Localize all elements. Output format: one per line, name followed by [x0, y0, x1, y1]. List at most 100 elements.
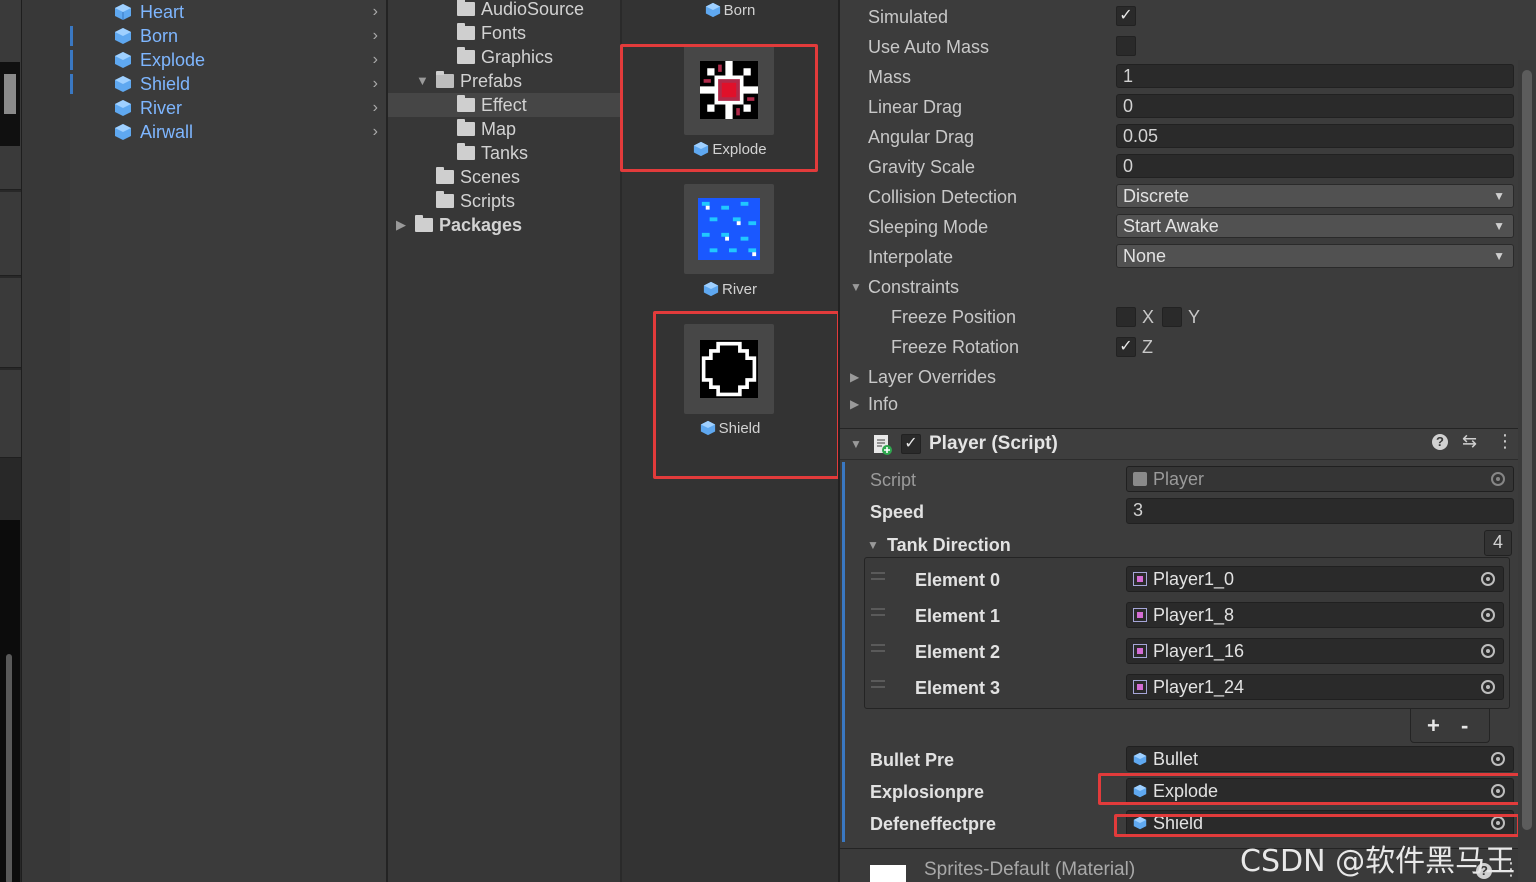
scene-view-thumbnail [0, 62, 20, 146]
mass-field[interactable]: 1 [1116, 64, 1514, 88]
layer-overrides-label[interactable]: Layer Overrides [868, 365, 996, 389]
freeze-rotation-z-checkbox[interactable]: ✓ [1116, 337, 1136, 357]
folder-label: Tanks [481, 143, 529, 163]
object-picker-icon[interactable] [1481, 680, 1495, 694]
folder-fonts[interactable]: Fonts [388, 21, 620, 45]
remove-element-button[interactable]: - [1461, 709, 1468, 743]
object-field-value: Player [1153, 469, 1205, 489]
folder-icon [457, 23, 475, 40]
more-options-icon[interactable]: ⋮ [1496, 431, 1514, 452]
interpolate-dropdown[interactable]: None ▼ [1116, 244, 1514, 268]
hierarchy-item-heart[interactable]: Heart › [70, 0, 386, 24]
folder-scenes[interactable]: Scenes [388, 165, 620, 189]
folder-scripts[interactable]: Scripts [388, 189, 620, 213]
hierarchy-item-river[interactable]: River › [70, 96, 386, 120]
override-marker [842, 635, 845, 667]
folder-tanks[interactable]: Tanks [388, 141, 620, 165]
prefab-cube-icon [115, 4, 131, 20]
folder-prefabs[interactable]: ▼ Prefabs [388, 69, 620, 93]
add-element-button[interactable]: + [1427, 709, 1440, 743]
hierarchy-panel: Heart › Born › Explode › Shield › River … [22, 0, 386, 882]
info-label[interactable]: Info [868, 392, 898, 416]
chevron-right-icon[interactable]: › [373, 120, 378, 144]
expand-down-icon[interactable]: ▼ [850, 437, 862, 451]
linear-drag-label: Linear Drag [868, 97, 963, 117]
player-script-header[interactable]: ▼ ✓ Player (Script) ? ⇆ ⋮ [840, 428, 1518, 460]
folder-graphics[interactable]: Graphics [388, 45, 620, 69]
drag-handle-icon[interactable] [871, 680, 885, 688]
drag-handle-icon[interactable] [871, 572, 885, 580]
hierarchy-item-label: River [140, 98, 183, 118]
object-picker-icon[interactable] [1481, 572, 1495, 586]
sleeping-mode-label: Sleeping Mode [868, 217, 989, 237]
asset-born[interactable]: Born [622, 2, 838, 19]
expand-right-icon[interactable]: ▶ [850, 397, 859, 411]
chevron-right-icon[interactable]: › [373, 48, 378, 72]
asset-grid: Born Explode River Shield [620, 0, 840, 882]
hierarchy-item-airwall[interactable]: Airwall › [70, 120, 386, 144]
bullet-pre-field[interactable]: Bullet [1126, 746, 1514, 772]
freeze-position-x-checkbox[interactable] [1116, 307, 1136, 327]
angular-drag-field[interactable]: 0.05 [1116, 124, 1514, 148]
linear-drag-field[interactable]: 0 [1116, 94, 1514, 118]
gravity-scale-label: Gravity Scale [868, 157, 976, 177]
element-label: Element 0 [915, 570, 1001, 590]
asset-river-thumbnail[interactable] [684, 184, 774, 274]
scrollbar-thumb[interactable] [1522, 70, 1532, 830]
gravity-scale-field[interactable]: 0 [1116, 154, 1514, 178]
collision-detection-dropdown[interactable]: Discrete ▼ [1116, 184, 1514, 208]
element-object-field[interactable]: Player1_16 [1126, 638, 1504, 664]
sleeping-mode-dropdown[interactable]: Start Awake ▼ [1116, 214, 1514, 238]
chevron-right-icon[interactable]: › [373, 96, 378, 120]
hierarchy-item-label: Airwall [140, 122, 194, 142]
expand-down-icon[interactable]: ▼ [850, 280, 862, 294]
folder-effect[interactable]: Effect [388, 93, 620, 117]
speed-field[interactable]: 3 [1126, 498, 1514, 524]
chevron-right-icon[interactable]: › [373, 72, 378, 96]
help-icon[interactable]: ? [1432, 434, 1448, 450]
element-object-field[interactable]: Player1_8 [1126, 602, 1504, 628]
folder-map[interactable]: Map [388, 117, 620, 141]
object-picker-icon[interactable] [1491, 752, 1505, 766]
z-axis-label: Z [1142, 337, 1153, 357]
dropdown-value: None [1123, 246, 1167, 266]
expand-right-icon[interactable]: ▶ [396, 213, 406, 237]
object-picker-icon[interactable] [1481, 644, 1495, 658]
object-picker-icon [1491, 472, 1505, 486]
tank-direction-size-field[interactable]: 4 [1484, 530, 1512, 556]
asset-river[interactable]: River [622, 281, 838, 298]
use-auto-mass-checkbox[interactable] [1116, 36, 1136, 56]
hierarchy-item-explode[interactable]: Explode › [70, 48, 386, 72]
collision-detection-label: Collision Detection [868, 187, 1018, 207]
hierarchy-item-born[interactable]: Born › [70, 24, 386, 48]
expand-down-icon[interactable]: ▼ [416, 69, 429, 93]
strip-segment [0, 370, 21, 458]
chevron-right-icon[interactable]: › [373, 24, 378, 48]
freeze-position-y-checkbox[interactable] [1162, 307, 1182, 327]
water-sprite-icon [698, 198, 760, 260]
presets-icon[interactable]: ⇆ [1462, 431, 1477, 452]
component-enabled-checkbox[interactable]: ✓ [901, 434, 921, 454]
drag-handle-icon[interactable] [871, 608, 885, 616]
inspector-panel: Simulated ✓ Use Auto Mass Mass 1 Linear … [840, 0, 1536, 882]
tank-direction-label[interactable]: Tank Direction [887, 533, 1011, 557]
hierarchy-item-shield[interactable]: Shield › [70, 72, 386, 96]
object-picker-icon[interactable] [1481, 608, 1495, 622]
folder-icon [457, 119, 475, 136]
prefab-cube-icon [115, 100, 131, 116]
drag-handle-icon[interactable] [871, 644, 885, 652]
simulated-checkbox[interactable]: ✓ [1116, 6, 1136, 26]
element-label: Element 1 [915, 606, 1001, 626]
expand-right-icon[interactable]: ▶ [850, 370, 859, 384]
chevron-right-icon[interactable]: › [373, 0, 378, 24]
hierarchy-list: Heart › Born › Explode › Shield › River … [70, 0, 386, 882]
folder-audiosource[interactable]: AudioSource [388, 0, 620, 21]
constraints-label[interactable]: Constraints [868, 275, 959, 299]
inspector-scrollbar[interactable] [1518, 60, 1536, 850]
strip-segment [0, 278, 21, 368]
sprite-icon [1133, 644, 1147, 658]
expand-down-icon[interactable]: ▼ [867, 538, 879, 552]
element-object-field[interactable]: Player1_0 [1126, 566, 1504, 592]
element-object-field[interactable]: Player1_24 [1126, 674, 1504, 700]
folder-packages[interactable]: ▶ Packages [388, 213, 620, 237]
